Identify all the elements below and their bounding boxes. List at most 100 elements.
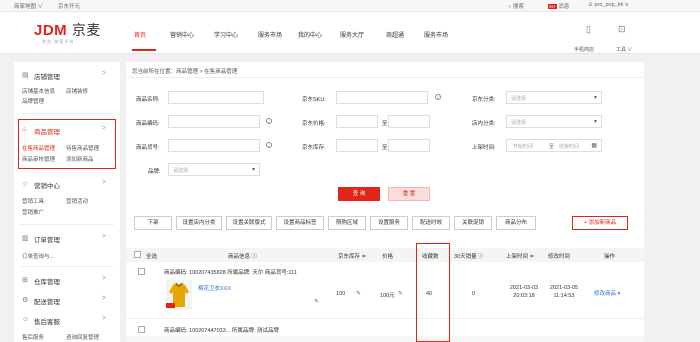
product-thumbnail[interactable]	[166, 280, 192, 310]
warehouse-icon: ⊞	[22, 277, 28, 284]
chevron-right-icon[interactable]: >	[102, 275, 106, 282]
tools-link[interactable]: 工具 ∨	[616, 46, 632, 53]
stock-min-input[interactable]	[336, 139, 378, 152]
chevron-right-icon[interactable]: >	[102, 125, 106, 132]
query-button[interactable]: 查 询	[338, 187, 380, 201]
edit-stock-icon[interactable]: ✎	[356, 290, 361, 297]
sidebar-item-reply-mgmt[interactable]: 咨询回复管理	[66, 333, 99, 341]
set-layout-button[interactable]: 设置关联版式	[226, 216, 272, 230]
column-listed-time[interactable]: 上架时间 ≑	[506, 252, 534, 260]
product-distribution-button[interactable]: 商品分布	[496, 216, 536, 230]
nav-service-hall[interactable]: 服务大厅	[340, 30, 364, 39]
nav-marketing[interactable]: 营销中心	[170, 30, 194, 39]
price-max-input[interactable]	[388, 115, 430, 128]
brand-select[interactable]: 请选择 ▾	[168, 163, 260, 176]
order-icon: ▥	[22, 235, 29, 242]
sidebar-item-review[interactable]: 商品审核管理	[22, 155, 55, 163]
delist-button[interactable]: 下架	[134, 216, 172, 230]
nav-learning[interactable]: 学习中心	[214, 30, 238, 39]
sidebar-section-products[interactable]: 商品管理	[34, 126, 60, 136]
sidebar-section-delivery[interactable]: 配送管理	[34, 296, 60, 306]
edit-product-dropdown[interactable]: 修改商品 ▾	[594, 289, 620, 297]
header: JDM 京麦 京东·商家平台 首页 营销中心 学习中心 服务市场 我的中心 服务…	[0, 12, 700, 54]
price-to-label: 至	[382, 121, 388, 127]
row-checkbox[interactable]	[138, 326, 145, 333]
sidebar-section-marketing[interactable]: 营销中心	[34, 180, 60, 190]
set-tags-button[interactable]: 设置商品标签	[276, 216, 324, 230]
topbar-messages[interactable]: 99+ 消息	[548, 2, 569, 10]
chevron-right-icon[interactable]: >	[102, 315, 106, 322]
stock-to-label: 至	[382, 145, 388, 151]
chevron-right-icon[interactable]: >	[102, 179, 106, 186]
nav-service-market[interactable]: 服务市场	[258, 30, 282, 39]
row-stock: 100	[336, 291, 346, 297]
edit-icon[interactable]: ✎	[314, 298, 319, 305]
reset-button[interactable]: 重 置	[388, 187, 430, 201]
info-icon[interactable]: i	[266, 118, 272, 124]
nav-supermarket[interactable]: 商超通	[386, 30, 404, 39]
category-select[interactable]: 请选择 ▾	[506, 91, 602, 104]
sidebar-item-order-query[interactable]: 订单查询与...	[22, 252, 54, 260]
sidebar-item-on-sale[interactable]: 在售商品管理	[22, 144, 55, 152]
row-checkbox[interactable]	[138, 268, 145, 275]
toolbox-icon[interactable]: ⊡	[618, 24, 626, 35]
row-stripe	[126, 336, 644, 342]
chevron-right-icon[interactable]: >	[102, 295, 106, 302]
delivery-time-button[interactable]: 配送时效	[412, 216, 450, 230]
sidebar-section-orders[interactable]: 订单管理	[34, 234, 60, 244]
goods-no-input[interactable]	[168, 139, 260, 152]
sku-input[interactable]	[336, 91, 428, 104]
column-actions: 操作	[604, 254, 616, 260]
topbar-search[interactable]: ○ 搜索	[508, 2, 524, 10]
star-icon: ☆	[22, 181, 29, 188]
sidebar-item-store-info[interactable]: 店铺基本信息	[22, 87, 55, 95]
add-product-button[interactable]: + 添加新商品	[572, 216, 628, 230]
sidebar-section-warehouse[interactable]: 仓库管理	[34, 276, 60, 286]
phone-icon[interactable]: ▯	[586, 24, 591, 35]
sidebar-item-aftersales-service[interactable]: 售后服务	[22, 333, 44, 341]
divider	[20, 266, 114, 267]
info-icon[interactable]: i	[266, 142, 272, 148]
purchase-limit-button[interactable]: 限购区域	[328, 216, 366, 230]
select-all-checkbox[interactable]	[134, 251, 141, 258]
sidebar-item-pending-sale[interactable]: 待售商品管理	[66, 144, 99, 152]
chevron-right-icon[interactable]: >	[102, 70, 106, 77]
logo[interactable]: JDM 京麦	[34, 20, 101, 40]
nav-home[interactable]: 首页	[134, 30, 146, 39]
related-promo-button[interactable]: 关联促销	[454, 216, 492, 230]
sidebar-item-brand[interactable]: 品牌管理	[22, 97, 44, 105]
shop-category-select[interactable]: 请选择 ▾	[506, 115, 602, 128]
topbar-user[interactable]: ♙ pro_pop_kk ∨	[588, 2, 629, 8]
set-shop-category-button[interactable]: 设置店内分类	[176, 216, 222, 230]
info-icon[interactable]: i	[435, 94, 441, 100]
sidebar-section-store[interactable]: 店铺管理	[34, 71, 60, 81]
breadcrumb: 您当前所在位置：商品管理 > 在售商品管理	[132, 69, 238, 75]
edit-price-icon[interactable]: ✎	[398, 290, 403, 297]
nav-my-center[interactable]: 我的中心	[298, 30, 322, 39]
column-select-all[interactable]: 全选	[146, 252, 157, 260]
sidebar-section-aftersales[interactable]: 售后客服	[34, 316, 60, 326]
nav-service-market-2[interactable]: 服务市场	[424, 30, 448, 39]
price-min-input[interactable]	[336, 115, 378, 128]
column-stock[interactable]: 京东库存 ≑	[338, 252, 366, 260]
sidebar-item-marketing-events[interactable]: 营销活动	[66, 197, 88, 205]
topbar-merchant-map[interactable]: 商家地图 ∨	[14, 2, 43, 10]
product-name-input[interactable]	[168, 91, 264, 104]
sidebar: ▤ 店铺管理 > 店铺基本信息 店铺装修 品牌管理 ⌂ 商品管理 > 在售商品管…	[14, 62, 120, 342]
product-name-link[interactable]: 棉花卫衣XXX	[198, 284, 231, 292]
sidebar-item-store-decor[interactable]: 店铺装修	[66, 87, 88, 95]
column-modified-time: 修改时间	[548, 254, 571, 260]
mobile-shop-link[interactable]: 手机商店	[574, 46, 594, 53]
topbar-jd-open[interactable]: 京东开元	[58, 2, 80, 10]
set-service-button[interactable]: 设置服务	[370, 216, 408, 230]
category-label: 京东分类:	[472, 97, 496, 103]
message-count-badge: 99+	[548, 4, 557, 9]
sidebar-item-add-product[interactable]: 添加新商品	[66, 155, 94, 163]
highlight-box-favorites	[416, 243, 450, 342]
sidebar-item-promotion[interactable]: 营销推广	[22, 208, 44, 216]
stock-max-input[interactable]	[388, 139, 430, 152]
chevron-right-icon[interactable]: >	[102, 233, 106, 240]
product-code-input[interactable]	[168, 115, 260, 128]
sidebar-item-marketing-tools[interactable]: 营销工具	[22, 197, 44, 205]
listing-time-range[interactable]: 开始时间 至 结束时间 ▦	[506, 139, 602, 152]
